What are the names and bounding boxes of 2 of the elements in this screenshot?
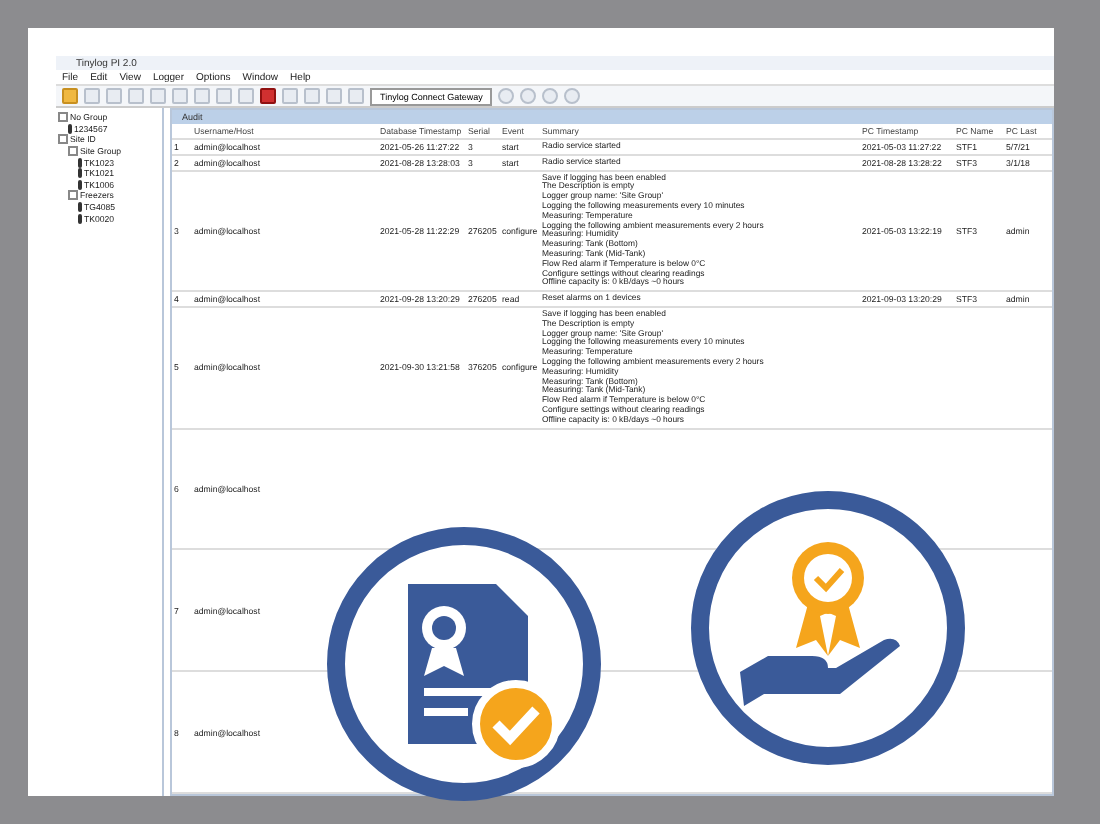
- hand-award-icon: [688, 488, 968, 768]
- expander-icon: [68, 190, 78, 201]
